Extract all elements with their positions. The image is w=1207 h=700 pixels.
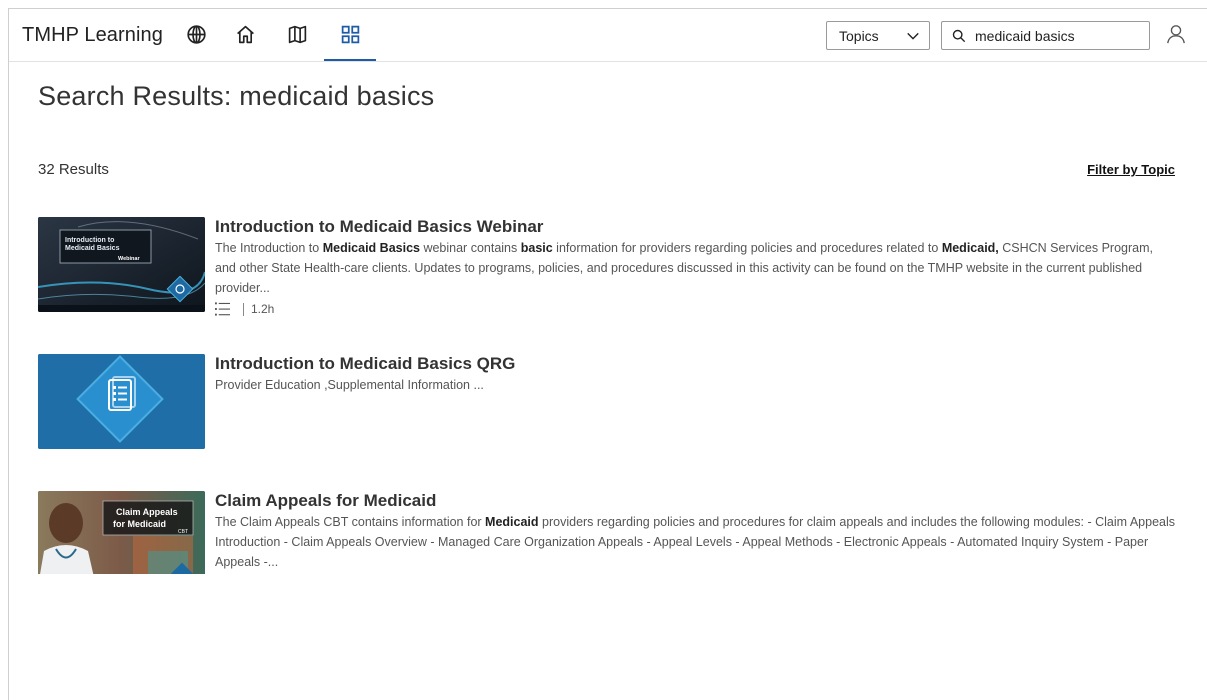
webinar-thumbnail-art: Introduction to Medicaid Basics Webinar <box>38 217 205 312</box>
result-description: The Claim Appeals CBT contains informati… <box>215 512 1175 572</box>
claim-appeals-thumbnail-art: Claim Appeals for Medicaid CBT <box>38 491 205 574</box>
thumb-line-3: Webinar <box>118 256 140 262</box>
description-text: The Claim Appeals CBT contains informati… <box>215 515 486 529</box>
description-text: Provider Education ,Supplemental Informa… <box>215 378 484 392</box>
app-window: TMHP Learning Topics medicaid basics Sea… <box>8 8 1207 700</box>
result-thumbnail[interactable]: Introduction to Medicaid Basics Webinar <box>38 217 205 312</box>
results-count: 32 Results <box>38 161 109 178</box>
highlighted-term: basic <box>520 241 553 255</box>
result-item: Introduction to Medicaid Basics Webinar … <box>38 217 1178 327</box>
result-description: Provider Education ,Supplemental Informa… <box>215 375 1175 395</box>
thumb-line-3: CBT <box>178 529 188 535</box>
description-text: information for providers regarding poli… <box>552 241 942 255</box>
result-item: Introduction to Medicaid Basics QRG Prov… <box>38 354 1178 449</box>
result-body: Introduction to Medicaid Basics QRG Prov… <box>215 354 1175 395</box>
result-item: Claim Appeals for Medicaid CBT Claim App… <box>38 491 1178 574</box>
result-description: The Introduction to Medicaid Basics webi… <box>215 238 1175 298</box>
highlighted-term: Medicaid Basics <box>322 241 420 255</box>
highlighted-term: Medicaid <box>485 515 539 529</box>
main-content: Search Results: medicaid basics 32 Resul… <box>9 9 1207 574</box>
result-title[interactable]: Claim Appeals for Medicaid <box>215 491 1175 511</box>
result-body: Introduction to Medicaid Basics Webinar … <box>215 217 1175 318</box>
thumb-line-2: Medicaid Basics <box>65 245 120 252</box>
result-title[interactable]: Introduction to Medicaid Basics QRG <box>215 354 1175 374</box>
description-text: webinar contains <box>419 241 521 255</box>
result-title[interactable]: Introduction to Medicaid Basics Webinar <box>215 217 1175 237</box>
thumb-line-1: Introduction to <box>65 237 114 244</box>
result-body: Claim Appeals for Medicaid The Claim App… <box>215 491 1175 572</box>
qrg-thumbnail-art <box>38 354 205 449</box>
result-thumbnail[interactable]: Claim Appeals for Medicaid CBT <box>38 491 205 574</box>
result-duration: 1.2h <box>251 302 275 316</box>
meta-divider <box>243 302 244 316</box>
thumb-line-2: for Medicaid <box>113 519 166 529</box>
list-icon <box>215 302 230 316</box>
filter-by-topic-link[interactable]: Filter by Topic <box>1087 162 1175 177</box>
highlighted-term: Medicaid, <box>941 241 999 255</box>
result-meta: 1.2h <box>215 300 1175 318</box>
page-title: Search Results: medicaid basics <box>38 81 435 111</box>
result-thumbnail[interactable] <box>38 354 205 449</box>
description-text: The Introduction to <box>215 241 323 255</box>
thumb-line-1: Claim Appeals <box>116 507 178 517</box>
